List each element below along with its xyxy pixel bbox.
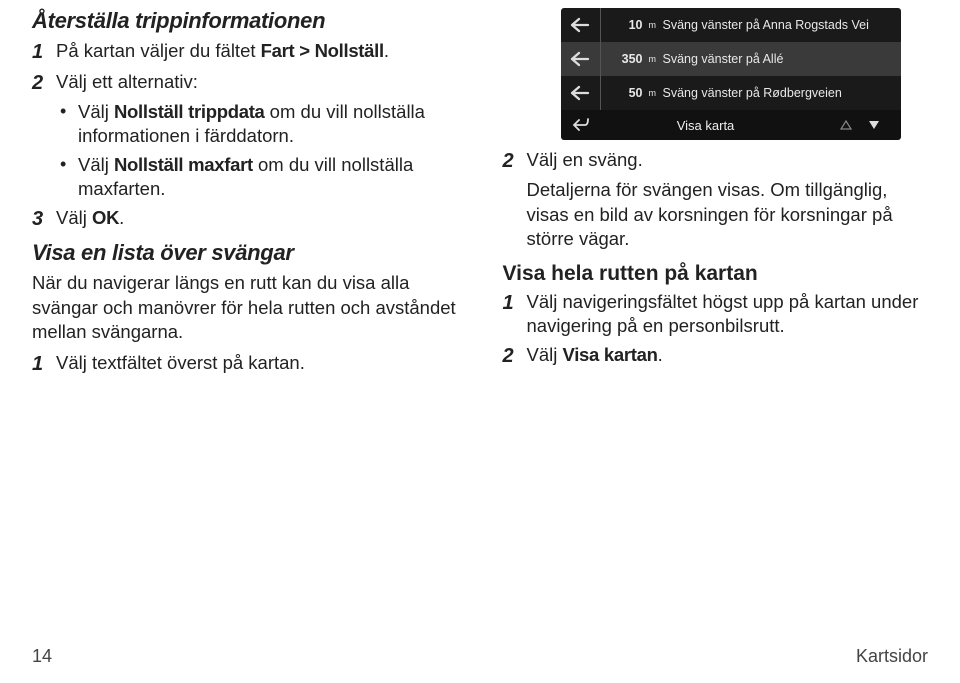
page-footer: 14 Kartsidor [32,646,928,667]
text: På kartan väljer du fältet [56,40,261,61]
turn-text: Sväng vänster på Anna Rogstads Vei [657,18,901,32]
turn-unit: m [647,54,657,64]
bullet-list: • Välj Nollställ trippdata om du vill no… [60,100,475,202]
bullet-text: Välj Nollställ maxfart om du vill nollst… [78,153,475,202]
step-2c: 2 Välj Visa kartan. [503,343,928,369]
bold-text: OK [92,207,119,228]
turn-text: Sväng vänster på Rødbergveien [657,86,901,100]
turn-left-icon [561,76,601,110]
device-bottom-bar: Visa karta [561,110,901,140]
turn-unit: m [647,20,657,30]
text: Välj [78,101,114,122]
heading-whole-route: Visa hela rutten på kartan [503,262,928,286]
bullet-item: • Välj Nollställ maxfart om du vill noll… [60,153,475,202]
paragraph: Detaljerna för svängen visas. Om tillgän… [527,178,928,251]
step-text: Välj Visa kartan. [527,343,663,367]
step-number: 2 [503,148,527,174]
step-text: Välj OK. [56,206,124,230]
turn-distance: 10 [601,18,647,32]
step-1b: 1 Välj textfältet överst på kartan. [32,351,475,377]
step-number: 2 [32,70,56,96]
step-text: Välj textfältet överst på kartan. [56,351,305,375]
paragraph: När du navigerar längs en rutt kan du vi… [32,271,475,344]
step-text: Välj en sväng. [527,148,643,172]
step-text: Välj ett alternativ: [56,70,198,94]
bold-text: Nollställ maxfart [114,154,253,175]
bullet-text: Välj Nollställ trippdata om du vill noll… [78,100,475,149]
turn-distance: 350 [601,52,647,66]
right-column: 10 m Sväng vänster på Anna Rogstads Vei … [503,8,928,381]
step-number: 2 [503,343,527,369]
bullet-dot: • [60,153,78,177]
step-number: 1 [503,290,527,316]
bullet-dot: • [60,100,78,124]
bold-text: Fart > Nollställ [261,40,384,61]
step-number: 1 [32,351,56,377]
bold-text: Visa kartan [563,344,658,365]
step-text: På kartan väljer du fältet Fart > Nollst… [56,39,389,63]
step-number: 3 [32,206,56,232]
step-number: 1 [32,39,56,65]
left-column: Återställa trippinformationen 1 På karta… [32,8,475,381]
text: . [658,344,663,365]
bold-text: Nollställ trippdata [114,101,265,122]
turn-distance: 50 [601,86,647,100]
scroll-arrows [829,119,901,131]
section-name: Kartsidor [856,646,928,667]
turn-row: 350 m Sväng vänster på Allé [561,42,901,76]
step-1c: 1 Välj navigeringsfältet högst upp på ka… [503,290,928,339]
back-icon [561,117,601,133]
device-screenshot: 10 m Sväng vänster på Anna Rogstads Vei … [561,8,901,140]
text: . [119,207,124,228]
turn-left-icon [561,42,601,76]
text: . [384,40,389,61]
arrow-down-icon [867,119,881,131]
turn-text: Sväng vänster på Allé [657,52,901,66]
turn-unit: m [647,88,657,98]
heading-turn-list: Visa en lista över svängar [32,240,475,265]
page-number: 14 [32,646,52,667]
turn-row: 50 m Sväng vänster på Rødbergveien [561,76,901,110]
step-3: 3 Välj OK. [32,206,475,232]
step-1: 1 På kartan väljer du fältet Fart > Noll… [32,39,475,65]
text: Välj [78,154,114,175]
bullet-item: • Välj Nollställ trippdata om du vill no… [60,100,475,149]
heading-reset-trip: Återställa trippinformationen [32,8,475,33]
turn-row: 10 m Sväng vänster på Anna Rogstads Vei [561,8,901,42]
show-map-label: Visa karta [601,118,829,133]
step-2: 2 Välj ett alternativ: [32,70,475,96]
turn-left-icon [561,8,601,42]
text: Välj [527,344,563,365]
arrow-up-icon [839,119,853,131]
step-2r: 2 Välj en sväng. [503,148,928,174]
step-text: Välj navigeringsfältet högst upp på kart… [527,290,928,339]
text: Välj [56,207,92,228]
